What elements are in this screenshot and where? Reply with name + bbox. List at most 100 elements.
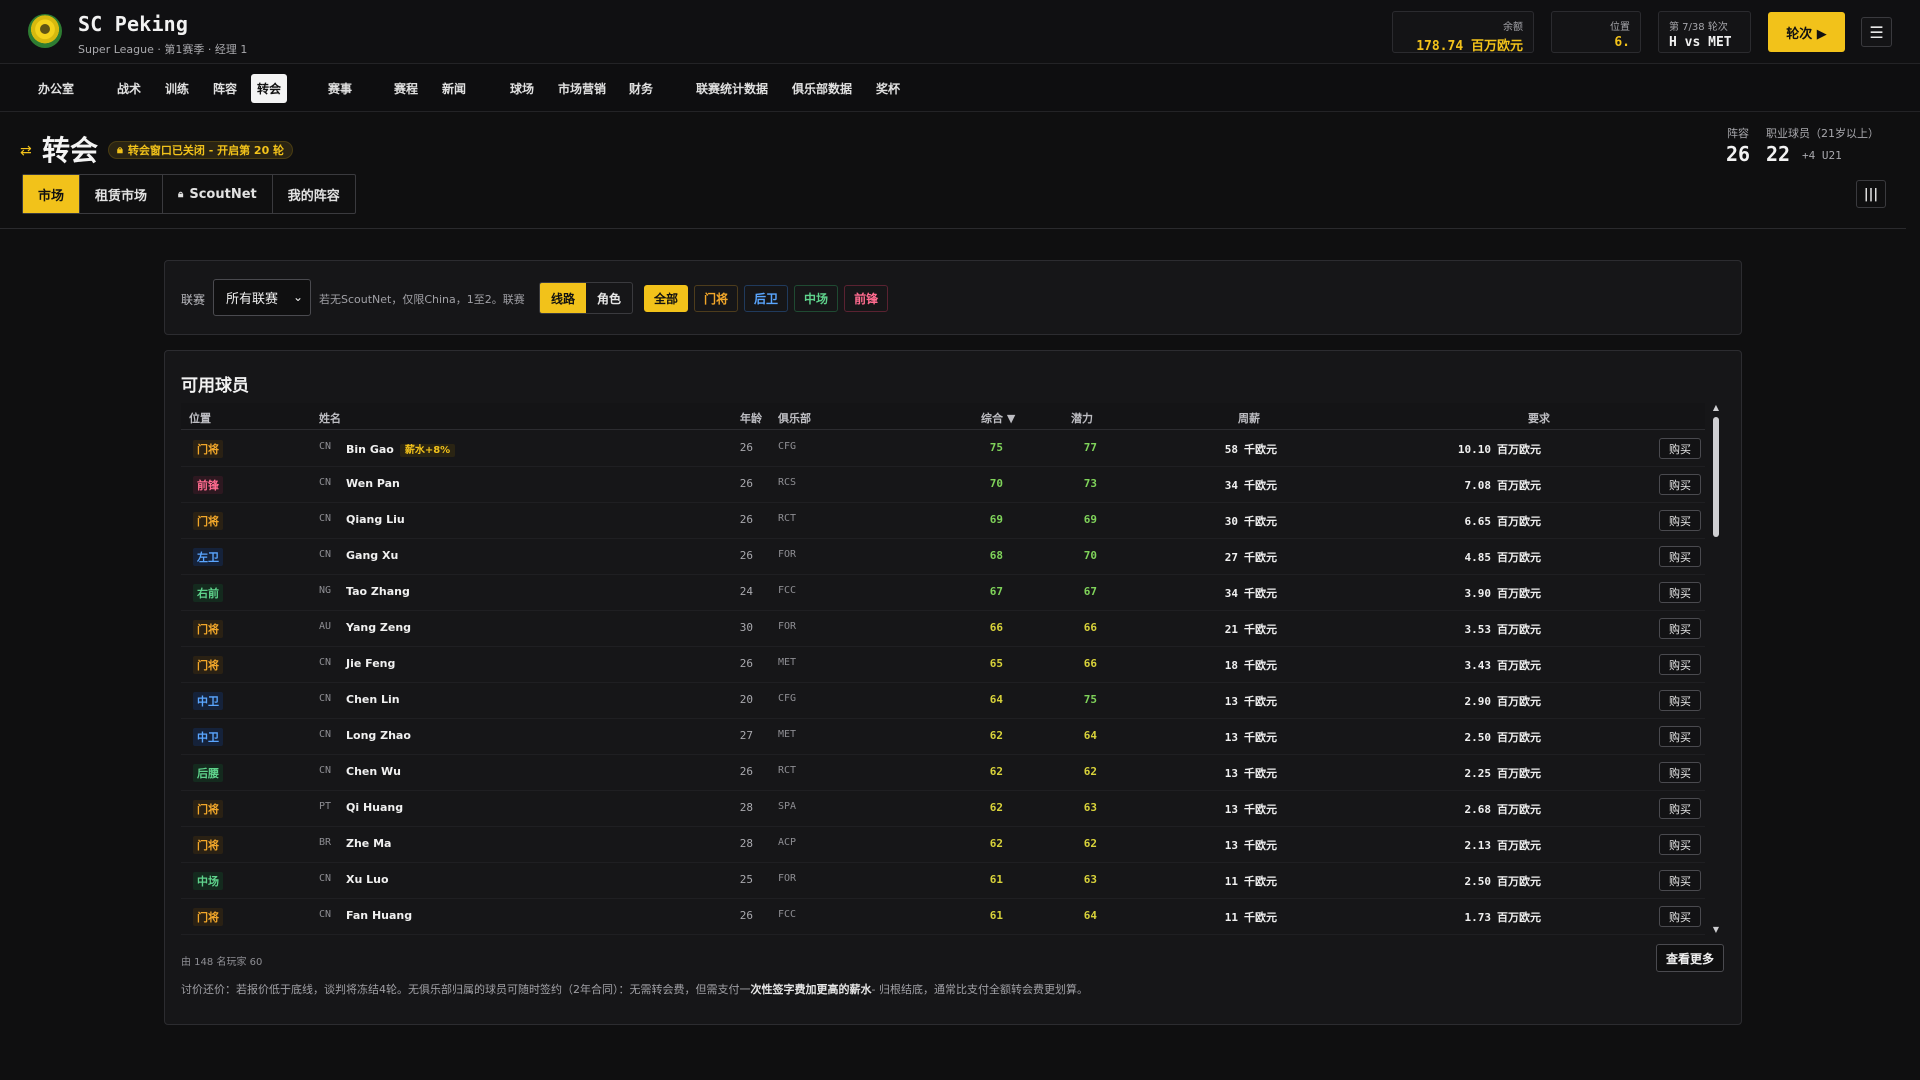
buy-button[interactable]: 购买 bbox=[1659, 582, 1701, 603]
player-name[interactable]: Wen Pan bbox=[346, 477, 400, 490]
header-overall[interactable]: 综合 ▼ bbox=[981, 410, 1015, 426]
tab-loan-market[interactable]: 租赁市场 bbox=[80, 175, 164, 213]
table-row[interactable]: 后腰 CN Chen Wu 26 RCT 62 62 13 千欧元 2.25 百万欧元 购买 bbox=[181, 755, 1705, 791]
table-row[interactable]: 中卫 CN Chen Lin 20 CFG 64 75 13 千欧元 2.90 百万欧元 购买 bbox=[181, 683, 1705, 719]
nationality: CN bbox=[319, 441, 332, 452]
player-name[interactable]: Gang Xu bbox=[346, 549, 398, 562]
player-name[interactable]: Tao Zhang bbox=[346, 585, 410, 598]
player-name[interactable]: Qiang Liu bbox=[346, 513, 405, 526]
player-age: 20 bbox=[739, 693, 753, 706]
fee-value: 2.50 bbox=[1464, 731, 1492, 744]
filter-midfielder[interactable]: 中场 bbox=[794, 285, 839, 312]
filter-goalkeeper[interactable]: 门将 bbox=[694, 285, 739, 312]
nav-office[interactable]: 办公室 bbox=[32, 74, 80, 103]
header-club[interactable]: 俱乐部 bbox=[778, 410, 811, 426]
player-name[interactable]: Long Zhao bbox=[346, 729, 411, 742]
hamburger-menu-icon[interactable]: ☰ bbox=[1861, 17, 1892, 47]
header-wage[interactable]: 周薪 bbox=[1238, 410, 1260, 426]
mode-line-button[interactable]: 线路 bbox=[540, 283, 587, 313]
buy-button[interactable]: 购买 bbox=[1659, 834, 1701, 855]
buy-button[interactable]: 购买 bbox=[1659, 474, 1701, 495]
table-row[interactable]: 门将 BR Zhe Ma 28 ACP 62 62 13 千欧元 2.13 百万欧元 购买 bbox=[181, 827, 1705, 863]
position-card: 位置 6. bbox=[1551, 11, 1641, 53]
nav-club-stats[interactable]: 俱乐部数据 bbox=[786, 74, 858, 103]
table-row[interactable]: 门将 CN Fan Huang 26 FCC 61 64 11 千欧元 1.73 百万欧元 购买 bbox=[181, 899, 1705, 935]
wage-unit: 千欧元 bbox=[1244, 695, 1277, 708]
columns-icon[interactable]: ||| bbox=[1856, 180, 1886, 208]
nav-marketing[interactable]: 市场营销 bbox=[552, 74, 612, 103]
buy-button[interactable]: 购买 bbox=[1659, 726, 1701, 747]
wage-value: 21 bbox=[1224, 623, 1238, 636]
player-name[interactable]: Zhe Ma bbox=[346, 837, 391, 850]
player-name[interactable]: Bin Gao bbox=[346, 443, 394, 456]
buy-button[interactable]: 购买 bbox=[1659, 798, 1701, 819]
mode-role-button[interactable]: 角色 bbox=[586, 283, 632, 313]
table-row[interactable]: 中卫 CN Long Zhao 27 MET 62 64 13 千欧元 2.50 百万欧元 购买 bbox=[181, 719, 1705, 755]
nav-league-stats[interactable]: 联赛统计数据 bbox=[690, 74, 774, 103]
tab-scoutnet[interactable]: 🔒︎ ScoutNet bbox=[163, 175, 273, 213]
table-row[interactable]: 中场 CN Xu Luo 25 FOR 61 63 11 千欧元 2.50 百万欧元 购买 bbox=[181, 863, 1705, 899]
nav-squad[interactable]: 阵容 bbox=[207, 74, 243, 103]
next-round-button[interactable]: 轮次 ▶ bbox=[1768, 12, 1845, 52]
player-name[interactable]: Chen Lin bbox=[346, 693, 400, 706]
nav-fixtures[interactable]: 赛程 bbox=[388, 74, 424, 103]
header-name[interactable]: 姓名 bbox=[319, 410, 341, 426]
table-row[interactable]: 门将 CN Qiang Liu 26 RCT 69 69 30 千欧元 6.65 百万欧元 购买 bbox=[181, 503, 1705, 539]
table-row[interactable]: 右前 NG Tao Zhang 24 FCC 67 67 34 千欧元 3.90 百万欧元 购买 bbox=[181, 575, 1705, 611]
filter-all[interactable]: 全部 bbox=[644, 285, 689, 312]
player-club: FCC bbox=[778, 585, 797, 596]
nav-stadium[interactable]: 球场 bbox=[504, 74, 540, 103]
player-name[interactable]: Qi Huang bbox=[346, 801, 403, 814]
buy-button[interactable]: 购买 bbox=[1659, 438, 1701, 459]
nav-news[interactable]: 新闻 bbox=[436, 74, 472, 103]
buy-button[interactable]: 购买 bbox=[1659, 546, 1701, 567]
table-row[interactable]: 门将 CN Bin Gao 薪水+8% 26 CFG 75 77 58 千欧元 10.10 百万欧元 购… bbox=[181, 431, 1705, 467]
header-position[interactable]: 位置 bbox=[189, 410, 211, 426]
table-row[interactable]: 门将 PT Qi Huang 28 SPA 62 63 13 千欧元 2.68 百万欧元 购买 bbox=[181, 791, 1705, 827]
position-badge: 门将 bbox=[193, 620, 223, 638]
player-name[interactable]: Yang Zeng bbox=[346, 621, 411, 634]
header-potential[interactable]: 潜力 bbox=[1071, 410, 1093, 426]
header-age[interactable]: 年龄 bbox=[740, 410, 762, 426]
nav-finance[interactable]: 财务 bbox=[623, 74, 659, 103]
fee-value: 3.90 bbox=[1464, 587, 1492, 600]
player-wage: 13 千欧元 bbox=[1141, 729, 1277, 745]
tab-market[interactable]: 市场 bbox=[23, 175, 81, 213]
league-select[interactable]: 所有联赛 ⌄ bbox=[213, 279, 311, 316]
player-fee: 2.90 百万欧元 bbox=[1381, 693, 1542, 709]
negotiation-note: 讨价还价：若报价低于底线，谈判将冻结4轮。无俱乐部归属的球员可随时签约（2年合同… bbox=[181, 981, 1088, 997]
player-name[interactable]: Xu Luo bbox=[346, 873, 389, 886]
player-name[interactable]: Jie Feng bbox=[346, 657, 395, 670]
filter-forward[interactable]: 前锋 bbox=[844, 285, 889, 312]
header-fee[interactable]: 要求 bbox=[1528, 410, 1550, 426]
table-row[interactable]: 左卫 CN Gang Xu 26 FOR 68 70 27 千欧元 4.85 百万欧元 购买 bbox=[181, 539, 1705, 575]
table-row[interactable]: 门将 CN Jie Feng 26 MET 65 66 18 千欧元 3.43 百万欧元 购买 bbox=[181, 647, 1705, 683]
position-badge: 前锋 bbox=[193, 476, 223, 494]
table-row[interactable]: 门将 AU Yang Zeng 30 FOR 66 66 21 千欧元 3.53 百万欧元 购买 bbox=[181, 611, 1705, 647]
buy-button[interactable]: 购买 bbox=[1659, 906, 1701, 927]
buy-button[interactable]: 购买 bbox=[1659, 654, 1701, 675]
nav-training[interactable]: 训练 bbox=[159, 74, 195, 103]
scroll-up-icon[interactable]: ▲ bbox=[1712, 403, 1720, 412]
tab-my-squad[interactable]: 我的阵容 bbox=[273, 175, 355, 213]
scrollbar-thumb[interactable] bbox=[1713, 417, 1719, 537]
buy-button[interactable]: 购买 bbox=[1659, 510, 1701, 531]
table-row[interactable]: 前锋 CN Wen Pan 26 RCS 70 73 34 千欧元 7.08 百万欧元 购买 bbox=[181, 467, 1705, 503]
show-more-button[interactable]: 查看更多 bbox=[1656, 944, 1724, 972]
buy-button[interactable]: 购买 bbox=[1659, 762, 1701, 783]
nav-trophies[interactable]: 奖杯 bbox=[870, 74, 906, 103]
nav-tactics[interactable]: 战术 bbox=[111, 74, 147, 103]
buy-button[interactable]: 购买 bbox=[1659, 870, 1701, 891]
player-potential: 75 bbox=[1083, 693, 1097, 706]
scroll-down-icon[interactable]: ▼ bbox=[1712, 925, 1720, 934]
filter-defender[interactable]: 后卫 bbox=[744, 285, 789, 312]
club-subtitle: Super League · 第1赛季 · 经理 1 bbox=[78, 43, 248, 56]
nav-competitions[interactable]: 赛事 bbox=[322, 74, 358, 103]
buy-button[interactable]: 购买 bbox=[1659, 690, 1701, 711]
wage-value: 34 bbox=[1224, 587, 1238, 600]
buy-button[interactable]: 购买 bbox=[1659, 618, 1701, 639]
player-name[interactable]: Fan Huang bbox=[346, 909, 412, 922]
nav-transfers[interactable]: 转会 bbox=[251, 74, 288, 103]
fee-value: 2.68 bbox=[1464, 803, 1492, 816]
player-name[interactable]: Chen Wu bbox=[346, 765, 401, 778]
